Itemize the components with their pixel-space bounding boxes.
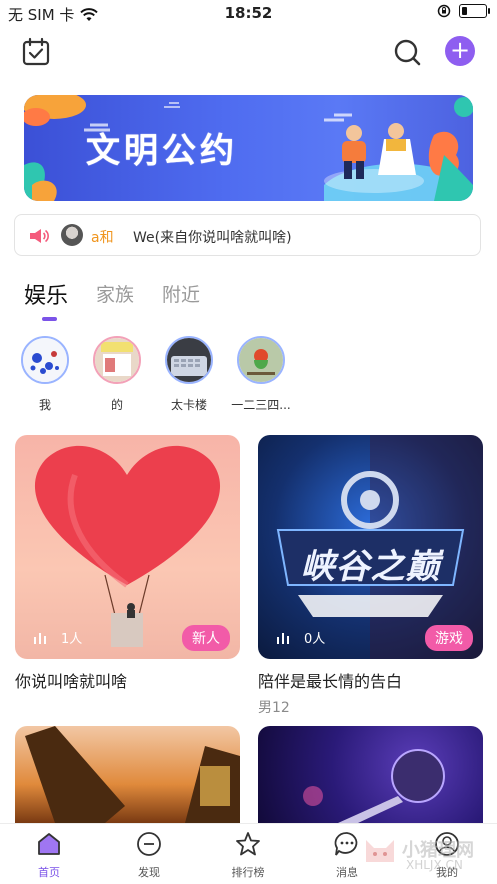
circle-avatar-2[interactable] — [93, 336, 141, 384]
room-card[interactable]: 1人 新人 — [15, 435, 240, 659]
nav-discover-label: 发现 — [138, 866, 160, 879]
tab-entertainment[interactable]: 娱乐 — [24, 278, 68, 310]
room-listener-count: 1人 — [33, 628, 82, 647]
circle-avatar-1[interactable] — [21, 336, 69, 384]
notice-bar[interactable]: a和 We(来自你说叫啥就叫啥) — [14, 214, 481, 256]
nav-discover[interactable]: 发现 — [114, 830, 184, 880]
room-card[interactable] — [258, 726, 483, 823]
notice-message: We(来自你说叫啥就叫啥) — [133, 230, 292, 246]
rotation-lock-icon — [437, 4, 451, 18]
watermark-url: XHLJX.CN — [406, 858, 463, 872]
circle-label-3: 太卡楼 — [170, 398, 207, 412]
room-badge: 游戏 — [425, 625, 473, 651]
circle-avatar-4[interactable] — [237, 336, 285, 384]
nav-home-label: 首页 — [38, 866, 60, 879]
battery-icon — [459, 4, 490, 18]
tab-indicator — [42, 317, 57, 321]
discover-icon — [137, 832, 161, 856]
circle-label-4: 一二三四... — [231, 398, 291, 412]
notice-avatar — [61, 224, 83, 246]
room-badge: 新人 — [182, 625, 230, 651]
banner-title: 文明公约 — [86, 131, 238, 171]
microphone-image — [303, 749, 445, 823]
circle-label-2: 的 — [110, 398, 123, 412]
room-title[interactable]: 陪伴是最长情的告白 — [258, 668, 402, 692]
speaker-icon — [30, 229, 49, 243]
create-room-button[interactable]: + — [445, 36, 475, 66]
clock: 18:52 — [224, 4, 273, 22]
tab-nearby[interactable]: 附近 — [162, 280, 200, 307]
tab-family[interactable]: 家族 — [96, 280, 134, 307]
room-card[interactable] — [15, 726, 240, 823]
notice-username[interactable]: a和 — [91, 227, 114, 247]
beer-bottles-image — [25, 726, 240, 823]
room-listener-count: 0人 — [276, 628, 325, 647]
circle-avatar-3[interactable] — [165, 336, 213, 384]
nav-home[interactable]: 首页 — [14, 830, 84, 880]
room-card[interactable]: 峡谷之巅 0人 游戏 — [258, 435, 483, 659]
nav-ranking[interactable]: 排行榜 — [213, 830, 283, 880]
watermark-pig-logo — [366, 840, 394, 862]
room-subtitle: 男12 — [258, 700, 290, 716]
audio-bars-icon — [34, 632, 46, 644]
audio-bars-icon — [277, 632, 289, 644]
star-icon — [236, 832, 260, 856]
home-icon — [38, 833, 60, 855]
plus-icon: + — [449, 36, 471, 64]
calendar-check-icon[interactable] — [20, 36, 52, 68]
nav-ranking-label: 排行榜 — [231, 866, 265, 879]
room-listeners-text: 1人 — [61, 632, 83, 647]
game-cover-title: 峡谷之巅 — [300, 547, 441, 587]
room-title[interactable]: 你说叫啥就叫啥 — [15, 668, 127, 692]
civility-banner[interactable]: 文明公约 — [24, 95, 473, 201]
circle-label-1: 我 — [38, 398, 51, 412]
search-icon[interactable] — [391, 36, 423, 68]
message-icon — [334, 832, 358, 856]
room-listeners-text: 0人 — [304, 632, 326, 647]
status-bar: 无 SIM 卡 18:52 — [0, 0, 497, 26]
